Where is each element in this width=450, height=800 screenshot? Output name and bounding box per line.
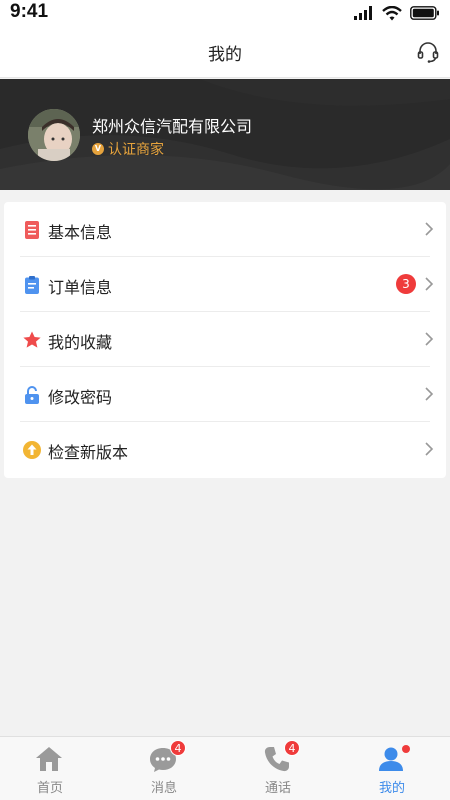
chevron-right-icon [425,332,434,346]
menu-label: 检查新版本 [48,443,129,462]
tab-label: 消息 [150,781,177,796]
tab-home[interactable]: 首页 [0,737,106,800]
tab-label: 通话 [264,781,291,796]
cert-label: 认证商家 [108,142,164,158]
menu-label: 订单信息 [48,278,113,297]
chevron-right-icon [425,222,434,236]
profile-banner: 郑州众信汽配有限公司 V 认证商家 [0,79,450,190]
clipboard-icon [25,276,39,294]
chevron-right-icon [425,277,434,291]
menu-item-basic-info[interactable]: 基本信息 [4,202,446,257]
tab-mine[interactable]: 我的 [336,737,448,800]
chevron-right-icon [425,387,434,401]
nav-bar: 我的 [0,26,450,78]
menu-item-change-password[interactable]: 修改密码 [4,367,446,422]
notification-dot [402,745,410,753]
upgrade-icon [23,441,41,459]
status-time: 9:41 [10,1,49,22]
menu-card: 基本信息 订单信息 3 我的收藏 修改密码 检查新版本 [4,202,446,478]
star-icon [23,331,41,348]
lock-icon [25,386,39,404]
wifi-icon [382,5,402,20]
menu-item-favorites[interactable]: 我的收藏 [4,312,446,367]
chevron-right-icon [425,442,434,456]
tab-label: 我的 [378,781,405,796]
menu-label: 我的收藏 [48,333,113,352]
company-name: 郑州众信汽配有限公司 [92,117,253,136]
calls-badge: 4 [284,740,300,756]
menu-label: 基本信息 [48,223,113,242]
signal-icon [354,6,372,20]
menu-label: 修改密码 [48,388,113,407]
page-title: 我的 [208,45,242,65]
tab-label: 首页 [36,781,63,796]
avatar[interactable] [28,109,80,161]
verified-icon: V [92,143,104,155]
tab-messages[interactable]: 4 消息 [108,737,220,800]
status-bar: 9:41 [0,0,450,26]
certified-merchant-badge: V 认证商家 [92,139,164,159]
document-icon [25,221,39,239]
battery-icon [410,6,439,20]
menu-item-check-update[interactable]: 检查新版本 [4,422,446,477]
tab-calls[interactable]: 4 通话 [222,737,334,800]
menu-item-order-info[interactable]: 订单信息 3 [4,257,446,312]
home-icon [36,747,62,771]
status-icons [354,4,440,22]
headset-icon[interactable] [416,40,440,64]
order-count-badge: 3 [396,274,416,294]
tab-bar: 首页 4 消息 4 通话 我的 [0,736,450,800]
messages-badge: 4 [170,740,186,756]
